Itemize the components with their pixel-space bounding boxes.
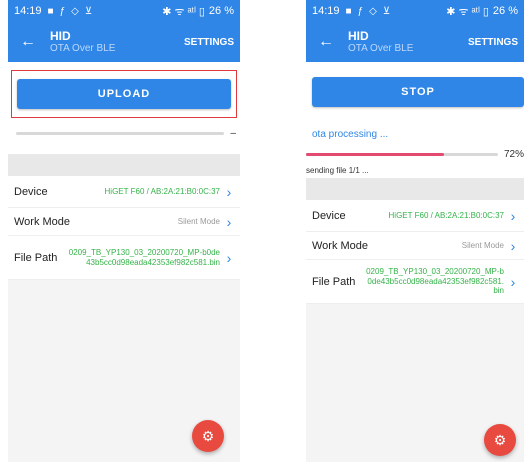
signal-icons: ✱ ᯤ ᵃᵗˡ ▯ (162, 5, 205, 18)
battery-level: 26 % (208, 5, 234, 17)
action-area: STOP ota processing ... 72% sending file… (306, 62, 524, 178)
notification-icon: ■ (47, 5, 54, 17)
notification-icons: ■ ƒ ◇ ⊻ (346, 6, 391, 17)
signal-icons: ✱ ᯤ ᵃᵗˡ ▯ (446, 5, 489, 18)
chevron-right-icon: › (226, 213, 232, 230)
app-titles: HID OTA Over BLE (50, 28, 116, 55)
settings-button[interactable]: SETTINGS (468, 37, 518, 48)
file-path-row[interactable]: File Path 0209_TB_YP130_03_20200720_MP-b… (8, 236, 240, 280)
app-subtitle: OTA Over BLE (50, 43, 116, 55)
device-value: HiGET F60 / AB:2A:21:B0:0C:37 (388, 211, 504, 220)
stop-button[interactable]: STOP (312, 77, 524, 107)
status-bar: 14:19 ■ ƒ ◇ ⊻ ✱ ᯤ ᵃᵗˡ ▯ 26 % (306, 0, 524, 22)
settings-list: Device HiGET F60 / AB:2A:21:B0:0C:37 › W… (8, 176, 240, 280)
chevron-right-icon: › (510, 237, 516, 254)
battery-level: 26 % (492, 5, 518, 17)
chevron-right-icon: › (226, 249, 232, 266)
notification-icon: ⊻ (84, 5, 93, 17)
phone-screen-upload: 14:19 ■ ƒ ◇ ⊻ ✱ ᯤ ᵃᵗˡ ▯ 26 % ← HID OTA O… (8, 0, 240, 462)
progress-track (16, 132, 225, 135)
notification-icon: ◇ (71, 5, 79, 17)
notification-icon: ƒ (357, 5, 364, 17)
upload-progress: – (16, 128, 236, 139)
progress-fill (306, 153, 445, 156)
file-path-label: File Path (312, 275, 356, 288)
settings-list: Device HiGET F60 / AB:2A:21:B0:0C:37 › W… (306, 200, 524, 304)
work-mode-row[interactable]: Work Mode Silent Mode › (306, 232, 524, 260)
gear-icon[interactable]: ⚙ (192, 420, 224, 452)
section-divider (8, 154, 240, 176)
progress-track (306, 153, 498, 156)
system-icons: ✱ ᯤ ᵃᵗˡ ▯ 26 % (162, 4, 234, 19)
progress-label: 72% (503, 149, 524, 160)
arrow-left-icon[interactable]: ← (312, 33, 340, 51)
work-mode-label: Work Mode (312, 239, 369, 252)
notification-icons: ■ ƒ ◇ ⊻ (48, 6, 93, 17)
work-mode-row[interactable]: Work Mode Silent Mode › (8, 208, 240, 236)
upload-button[interactable]: UPLOAD (17, 79, 231, 109)
arrow-left-icon[interactable]: ← (14, 33, 42, 51)
notification-icon: ◇ (369, 5, 377, 17)
work-mode-label: Work Mode (14, 215, 71, 228)
status-time: 14:19 (14, 5, 42, 17)
device-row[interactable]: Device HiGET F60 / AB:2A:21:B0:0C:37 › (8, 176, 240, 208)
system-icons: ✱ ᯤ ᵃᵗˡ ▯ 26 % (446, 4, 518, 19)
device-label: Device (312, 209, 346, 222)
section-divider (306, 178, 524, 200)
notification-icon: ■ (345, 5, 352, 17)
file-path-row[interactable]: File Path 0209_TB_YP130_03_20200720_MP-b… (306, 260, 524, 304)
device-label: Device (14, 185, 48, 198)
gear-icon[interactable]: ⚙ (484, 424, 516, 456)
app-subtitle: OTA Over BLE (348, 43, 414, 55)
app-bar: ← HID OTA Over BLE SETTINGS (306, 22, 524, 62)
app-titles: HID OTA Over BLE (348, 28, 414, 55)
device-row[interactable]: Device HiGET F60 / AB:2A:21:B0:0C:37 › (306, 200, 524, 232)
file-path-value: 0209_TB_YP130_03_20200720_MP-b0de43b5cc0… (366, 267, 504, 296)
notification-icon: ⊻ (382, 5, 391, 17)
progress-label: – (230, 128, 236, 139)
status-bar: 14:19 ■ ƒ ◇ ⊻ ✱ ᯤ ᵃᵗˡ ▯ 26 % (8, 0, 240, 22)
ota-progress: 72% (306, 149, 524, 160)
work-mode-value: Silent Mode (177, 217, 220, 226)
phone-screen-processing: 14:19 ■ ƒ ◇ ⊻ ✱ ᯤ ᵃᵗˡ ▯ 26 % ← HID OTA O… (306, 0, 524, 462)
chevron-right-icon: › (510, 207, 516, 224)
sending-status: sending file 1/1 ... (306, 166, 369, 175)
device-value: HiGET F60 / AB:2A:21:B0:0C:37 (104, 187, 220, 196)
chevron-right-icon: › (226, 183, 232, 200)
app-title: HID (348, 28, 369, 43)
ota-status: ota processing ... (312, 129, 389, 140)
file-path-label: File Path (14, 251, 58, 264)
app-bar: ← HID OTA Over BLE SETTINGS (8, 22, 240, 62)
app-title: HID (50, 28, 71, 43)
status-time: 14:19 (312, 5, 340, 17)
file-path-value: 0209_TB_YP130_03_20200720_MP-b0de43b5cc0… (68, 247, 220, 267)
chevron-right-icon: › (510, 273, 516, 290)
settings-button[interactable]: SETTINGS (184, 37, 234, 48)
notification-icon: ƒ (59, 5, 66, 17)
work-mode-value: Silent Mode (461, 241, 504, 250)
action-area: UPLOAD – (8, 62, 240, 154)
